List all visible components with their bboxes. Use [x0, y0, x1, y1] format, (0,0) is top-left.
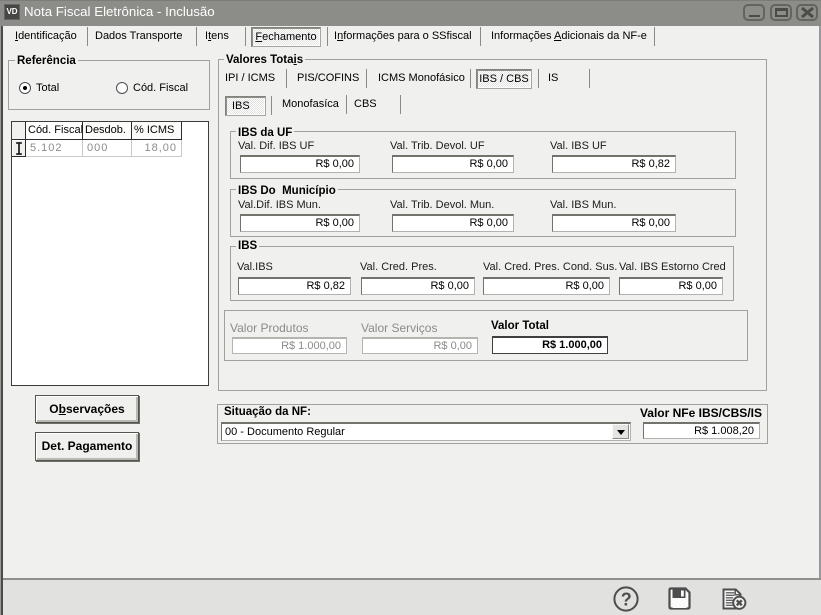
svg-text:?: ? — [621, 589, 632, 609]
